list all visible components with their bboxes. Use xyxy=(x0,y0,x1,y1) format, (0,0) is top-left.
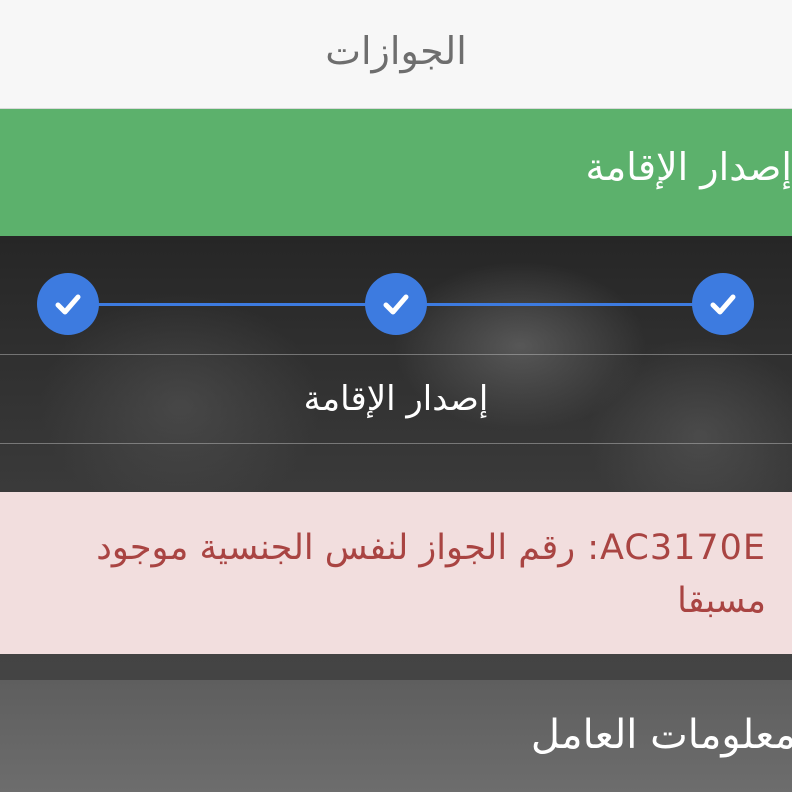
section-title: إصدار الإقامة xyxy=(585,145,792,189)
step-2-complete[interactable] xyxy=(365,273,427,335)
error-alert: AC3170E: رقم الجواز لنفس الجنسية موجود م… xyxy=(0,492,792,654)
divider xyxy=(0,443,792,444)
app-screen: الجوازات إصدار الإقامة إصدار الإقامة AC3… xyxy=(0,0,792,792)
step-1-complete[interactable] xyxy=(37,273,99,335)
step-3-complete[interactable] xyxy=(692,273,754,335)
current-step-label: إصدار الإقامة xyxy=(303,379,489,419)
page-title: الجوازات xyxy=(325,29,467,73)
check-icon xyxy=(383,294,409,315)
check-icon xyxy=(55,294,81,315)
section-header: إصدار الإقامة xyxy=(0,109,792,236)
worker-info-panel[interactable]: معلومات العامل xyxy=(0,680,792,792)
nav-header: الجوازات xyxy=(0,0,792,109)
worker-info-title: معلومات العامل xyxy=(530,712,792,758)
progress-stepper xyxy=(0,236,792,354)
check-icon xyxy=(710,294,736,315)
error-message: AC3170E: رقم الجواز لنفس الجنسية موجود م… xyxy=(96,528,766,621)
